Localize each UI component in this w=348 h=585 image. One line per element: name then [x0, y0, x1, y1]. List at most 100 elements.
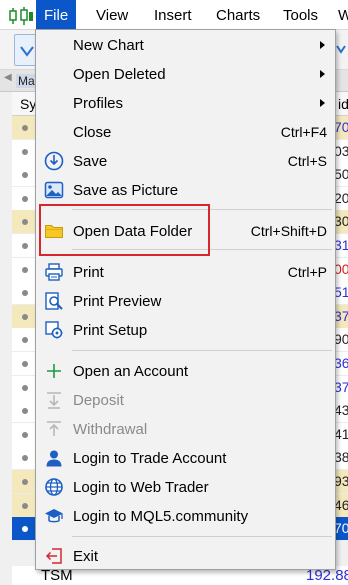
- menu-item-login-trade-account[interactable]: Login to Trade Account: [36, 444, 335, 472]
- menu-view[interactable]: View: [88, 0, 136, 30]
- shortcut-label: Ctrl+P: [287, 264, 327, 280]
- candlestick-icon[interactable]: [8, 6, 34, 26]
- menu-item-label: Save as Picture: [73, 182, 179, 199]
- status-dot-icon: [22, 243, 28, 249]
- bid-cell: 43: [334, 402, 348, 419]
- status-dot-icon: [22, 148, 28, 155]
- menu-charts[interactable]: Charts: [208, 0, 268, 30]
- status-dot-icon: [22, 125, 28, 131]
- print-preview-icon: [45, 292, 63, 310]
- bid-cell: 51: [334, 284, 348, 301]
- menu-separator: [72, 350, 332, 351]
- menu-item-label: Login to MQL5.community: [73, 508, 249, 525]
- menu-item-login-mql5[interactable]: Login to MQL5.community: [36, 502, 335, 530]
- menu-item-label: Print Setup: [73, 322, 148, 339]
- menu-item-open-account[interactable]: Open an Account: [36, 357, 335, 385]
- menu-insert[interactable]: Insert: [146, 0, 200, 30]
- menu-item-login-web-trader[interactable]: Login to Web Trader: [36, 473, 335, 501]
- menu-tools[interactable]: Tools: [275, 0, 326, 30]
- bid-cell: 20: [334, 189, 348, 206]
- menu-item-save[interactable]: Save Ctrl+S: [36, 147, 335, 175]
- bid-cell: 31: [334, 237, 348, 253]
- plus-icon: [47, 364, 61, 378]
- bid-cell: 93: [334, 473, 348, 489]
- menu-window[interactable]: W: [330, 0, 348, 30]
- menu-item-print-setup[interactable]: Print Setup: [36, 316, 335, 344]
- annotation-highlight-box: [39, 204, 210, 256]
- menu-item-label: Profiles: [73, 95, 124, 112]
- file-menu-dropdown: New Chart Open Deleted Profiles Close Ct…: [35, 29, 336, 570]
- save-download-icon: [44, 151, 64, 171]
- menu-item-print[interactable]: Print Ctrl+P: [36, 258, 335, 286]
- bid-cell: 30: [334, 213, 348, 230]
- menu-item-withdrawal[interactable]: Withdrawal: [36, 415, 335, 443]
- print-setup-gear-icon: [45, 321, 63, 339]
- status-dot-icon: [22, 431, 28, 438]
- status-dot-icon: [22, 266, 28, 273]
- menu-item-label: Deposit: [73, 392, 124, 409]
- symbol-column-header[interactable]: Sy: [20, 96, 36, 112]
- menu-item-open-deleted[interactable]: Open Deleted: [36, 60, 335, 88]
- bid-cell: 70: [334, 520, 348, 537]
- status-dot-icon: [22, 172, 28, 179]
- menu-item-label: Print: [73, 264, 104, 281]
- graduation-cap-icon: [45, 509, 63, 523]
- menu-item-label: New Chart: [73, 37, 144, 54]
- menu-item-exit[interactable]: Exit: [36, 542, 335, 570]
- bid-cell: 00: [334, 260, 348, 277]
- submenu-arrow-icon: [320, 99, 325, 107]
- bid-column-header[interactable]: id: [338, 96, 348, 112]
- bid-cell: 70: [334, 119, 348, 135]
- menu-bar: File View Insert Charts Tools W: [0, 0, 348, 30]
- bid-cell: 38: [334, 449, 348, 466]
- status-dot-icon: [22, 290, 28, 297]
- menu-item-label: Save: [73, 153, 108, 170]
- user-icon: [46, 450, 62, 467]
- menu-separator: [72, 536, 332, 537]
- chevron-down-icon[interactable]: [336, 38, 346, 60]
- menu-item-deposit[interactable]: Deposit: [36, 386, 335, 414]
- menu-item-label: Open Deleted: [73, 66, 166, 83]
- deposit-icon: [47, 392, 61, 409]
- globe-icon: [45, 478, 63, 496]
- status-dot-icon: [22, 526, 28, 533]
- menu-item-label: Close: [73, 124, 112, 141]
- bid-cell: 50: [334, 166, 348, 183]
- exit-icon: [45, 548, 62, 564]
- submenu-arrow-icon: [320, 70, 325, 78]
- status-dot-icon: [22, 479, 28, 485]
- menu-item-save-as-picture[interactable]: Save as Picture: [36, 176, 335, 204]
- status-dot-icon: [22, 219, 28, 226]
- bid-cell: 46: [334, 496, 348, 513]
- menu-item-print-preview[interactable]: Print Preview: [36, 287, 335, 315]
- bid-cell: 37: [334, 378, 348, 395]
- status-dot-icon: [22, 313, 28, 320]
- shortcut-label: Ctrl+Shift+D: [250, 223, 327, 239]
- menu-item-label: Login to Web Trader: [73, 479, 209, 496]
- menu-item-label: Withdrawal: [73, 421, 148, 438]
- status-dot-icon: [22, 384, 28, 391]
- menu-item-label: Exit: [73, 548, 99, 565]
- bid-cell: 36: [334, 355, 348, 371]
- menu-item-label: Open an Account: [73, 363, 189, 380]
- submenu-arrow-icon: [320, 41, 325, 49]
- bid-cell: 37: [334, 307, 348, 324]
- bid-cell: 90: [334, 331, 348, 348]
- menu-item-profiles[interactable]: Profiles: [36, 89, 335, 117]
- shortcut-label: Ctrl+S: [287, 153, 327, 169]
- status-dot-icon: [22, 502, 28, 509]
- printer-icon: [45, 263, 63, 281]
- status-dot-icon: [22, 455, 28, 462]
- menu-item-label: Login to Trade Account: [73, 450, 227, 467]
- market-watch-title: Ma: [16, 74, 37, 88]
- collapse-arrow-icon[interactable]: ◀: [4, 72, 12, 83]
- bid-cell: 41: [334, 425, 348, 442]
- menu-file[interactable]: File: [36, 0, 77, 30]
- menu-item-close[interactable]: Close Ctrl+F4: [36, 118, 335, 146]
- menu-item-label: Print Preview: [73, 293, 162, 310]
- shortcut-label: Ctrl+F4: [280, 124, 327, 140]
- status-dot-icon: [22, 337, 28, 344]
- status-dot-icon: [22, 361, 28, 367]
- menu-item-new-chart[interactable]: New Chart: [36, 31, 335, 59]
- bid-cell: 03: [334, 142, 348, 159]
